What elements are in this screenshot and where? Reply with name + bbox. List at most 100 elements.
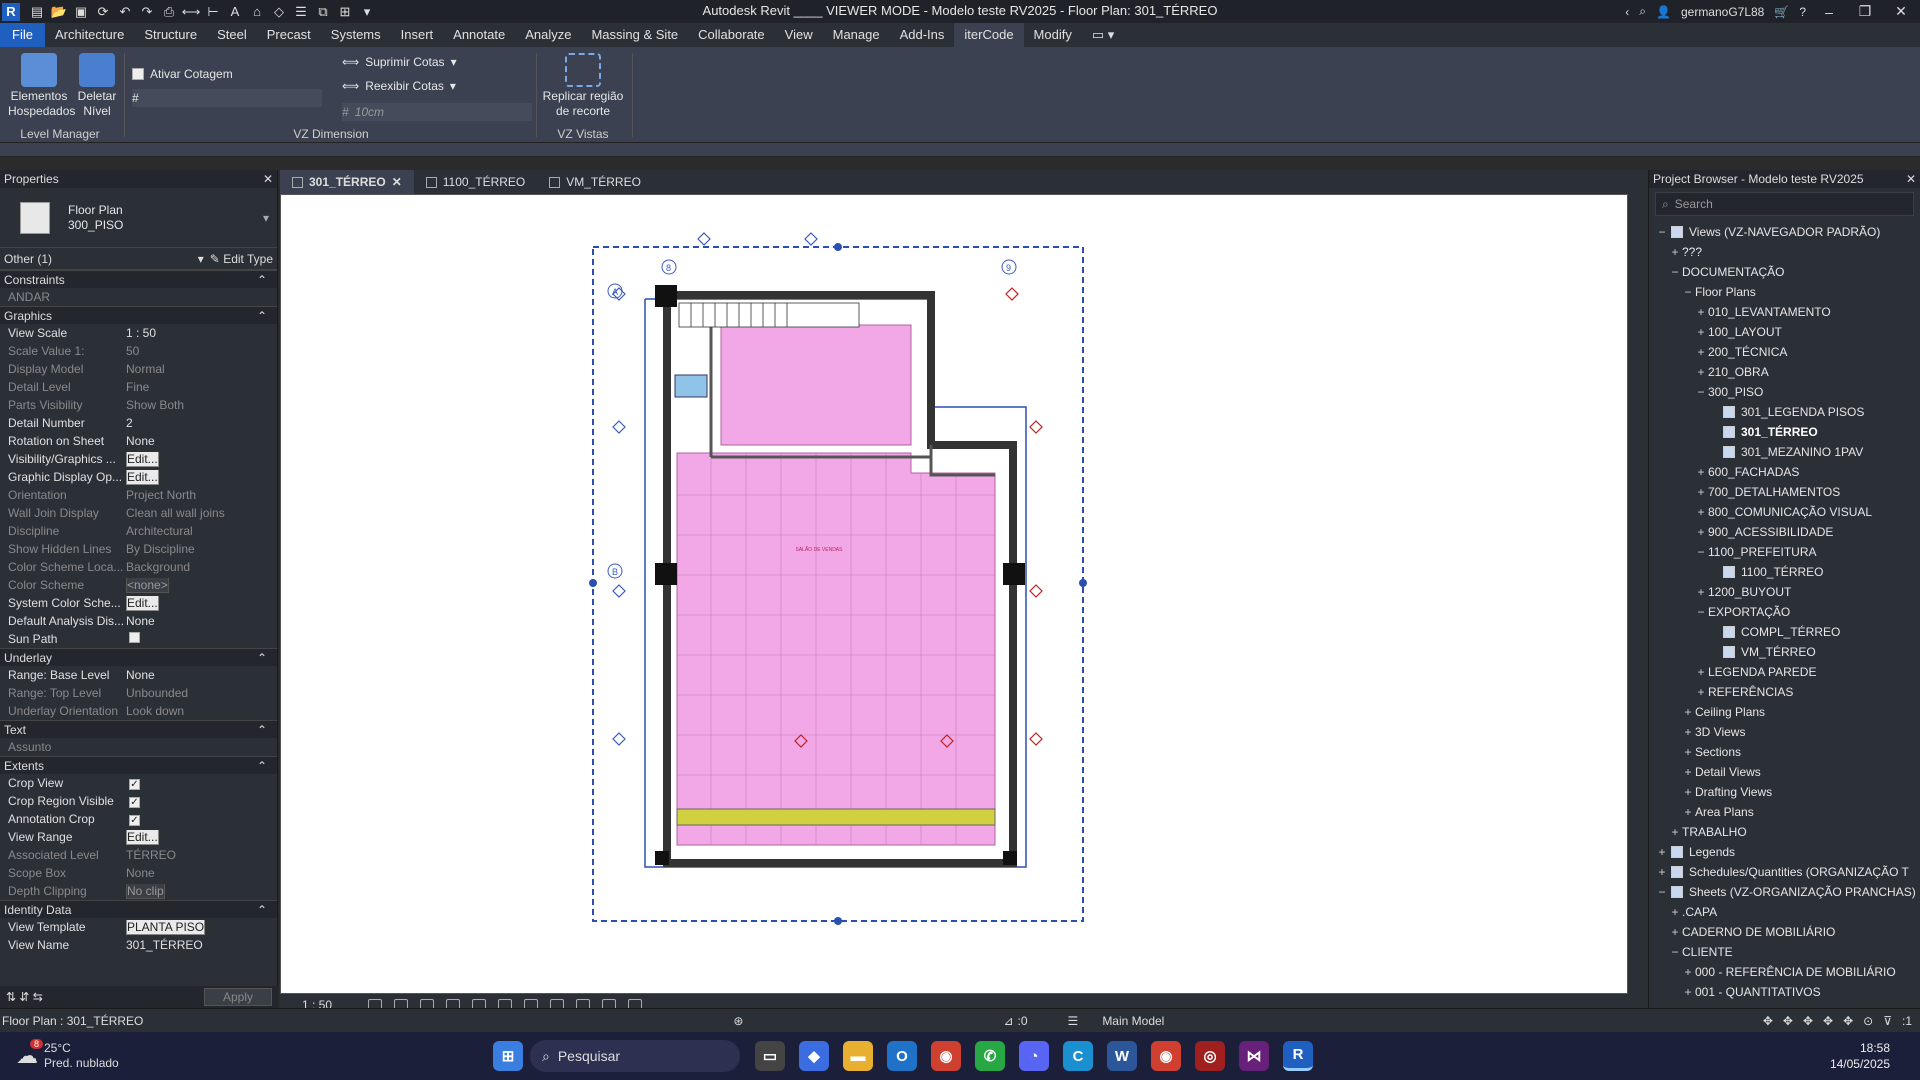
- property-row[interactable]: ANDAR: [0, 288, 277, 306]
- minimize-icon[interactable]: –: [1816, 4, 1842, 20]
- expand-icon[interactable]: +: [1694, 665, 1708, 679]
- tab-steel[interactable]: Steel: [207, 23, 257, 47]
- checkbox[interactable]: ✓: [129, 797, 140, 808]
- expand-icon[interactable]: +: [1655, 845, 1669, 859]
- file-explorer-icon[interactable]: ▬: [843, 1041, 873, 1071]
- sort-icons[interactable]: ⇅ ⇵ ⇆: [6, 990, 43, 1004]
- cart-icon[interactable]: 🛒: [1774, 5, 1789, 19]
- browser-item[interactable]: +010_LEVANTAMENTO: [1649, 302, 1920, 322]
- collapse-icon[interactable]: ⌃: [257, 309, 267, 323]
- property-row[interactable]: Range: Base Level None: [0, 666, 277, 684]
- property-row[interactable]: Crop View ✓: [0, 774, 277, 792]
- browser-item[interactable]: + Ceiling Plans: [1649, 702, 1920, 722]
- tab-insert[interactable]: Insert: [391, 23, 444, 47]
- browser-item[interactable]: +000 - REFERÊNCIA DE MOBILIÁRIO: [1649, 962, 1920, 982]
- property-row[interactable]: Orientation Project North: [0, 486, 277, 504]
- collapse-icon[interactable]: ⌃: [257, 903, 267, 917]
- expand-icon[interactable]: +: [1694, 305, 1708, 319]
- hosted-elements-button[interactable]: Elementos Hospedados: [8, 53, 75, 119]
- floor-plan-drawing[interactable]: A B 8 9 SALÃO DE VENDAS: [281, 195, 1629, 995]
- browser-item[interactable]: + Legends: [1649, 842, 1920, 862]
- expand-icon[interactable]: +: [1694, 465, 1708, 479]
- visual-studio-icon[interactable]: ⋈: [1239, 1041, 1269, 1071]
- chrome-profile-icon[interactable]: ◉: [1151, 1041, 1181, 1071]
- edit-button[interactable]: PLANTA PISO: [126, 919, 206, 935]
- open-icon[interactable]: 📂: [50, 4, 68, 20]
- browser-item[interactable]: + CADERNO DE MOBILIÁRIO: [1649, 922, 1920, 942]
- edit-button[interactable]: Edit...: [126, 469, 159, 485]
- tab-annotate[interactable]: Annotate: [443, 23, 515, 47]
- switch-windows-icon[interactable]: ⊞: [336, 4, 354, 20]
- checkbox[interactable]: ✓: [129, 815, 140, 826]
- task-view-icon[interactable]: ▭: [755, 1041, 785, 1071]
- clock[interactable]: 18:58 14/05/2025: [1830, 1040, 1890, 1072]
- drawing-area[interactable]: A B 8 9 SALÃO DE VENDAS: [280, 194, 1628, 994]
- collapse-icon[interactable]: ⌃: [257, 651, 267, 665]
- collapse-icon[interactable]: ⌃: [257, 273, 267, 287]
- browser-item[interactable]: + LEGENDA PAREDE: [1649, 662, 1920, 682]
- property-row[interactable]: View Template PLANTA PISO: [0, 918, 277, 936]
- property-row[interactable]: View Name 301_TÉRREO: [0, 936, 277, 954]
- offset-input[interactable]: # 10cm: [342, 103, 532, 121]
- browser-item[interactable]: + REFERÊNCIAS: [1649, 682, 1920, 702]
- property-row[interactable]: Default Analysis Dis... None: [0, 612, 277, 630]
- browser-item[interactable]: − Sheets (VZ-ORGANIZAÇÃO PRANCHAS): [1649, 882, 1920, 902]
- suprimir-cotas-button[interactable]: ⟺ Suprimir Cotas ▾: [342, 55, 457, 69]
- browser-item[interactable]: + TRABALHO: [1649, 822, 1920, 842]
- back-arrow-icon[interactable]: ‹: [1625, 5, 1629, 19]
- property-row[interactable]: Detail Number 2: [0, 414, 277, 432]
- tab-1100-terreo[interactable]: 1100_TÉRREO: [414, 170, 537, 194]
- app-icon[interactable]: C: [1063, 1041, 1093, 1071]
- browser-item[interactable]: −300_PISO: [1649, 382, 1920, 402]
- browser-item[interactable]: − Floor Plans: [1649, 282, 1920, 302]
- tab-view[interactable]: View: [775, 23, 823, 47]
- binoculars-icon[interactable]: ⌕: [1639, 4, 1646, 19]
- browser-item[interactable]: −1100_PREFEITURA: [1649, 542, 1920, 562]
- browser-item[interactable]: + Schedules/Quantities (ORGANIZAÇÃO T: [1649, 862, 1920, 882]
- select-underlay-icon[interactable]: ✥: [1783, 1014, 1793, 1028]
- property-row[interactable]: System Color Sche... Edit...: [0, 594, 277, 612]
- property-row[interactable]: Scope Box None: [0, 864, 277, 882]
- expand-icon[interactable]: +: [1694, 685, 1708, 699]
- tab-precast[interactable]: Precast: [257, 23, 321, 47]
- tab-modify[interactable]: Modify: [1024, 23, 1082, 47]
- word-icon[interactable]: W: [1107, 1041, 1137, 1071]
- expand-icon[interactable]: +: [1681, 725, 1695, 739]
- print-icon[interactable]: ⎙: [160, 4, 178, 20]
- tab-collaborate[interactable]: Collaborate: [688, 23, 775, 47]
- close-hidden-icon[interactable]: ⧉: [314, 4, 332, 20]
- redo-icon[interactable]: ↷: [138, 4, 156, 20]
- thin-lines-icon[interactable]: ☰: [292, 4, 310, 20]
- user-icon[interactable]: 👤: [1656, 5, 1671, 19]
- expand-icon[interactable]: +: [1694, 505, 1708, 519]
- select-by-face-icon[interactable]: ✥: [1823, 1014, 1833, 1028]
- ribbon-minimize-icon[interactable]: ▭ ▾: [1082, 23, 1124, 47]
- browser-item[interactable]: VM_TÉRREO: [1649, 642, 1920, 662]
- collapse-icon[interactable]: −: [1681, 285, 1695, 299]
- drag-elements-icon[interactable]: ✥: [1843, 1014, 1853, 1028]
- expand-icon[interactable]: +: [1681, 705, 1695, 719]
- revit-logo-icon[interactable]: R: [2, 2, 20, 21]
- property-row[interactable]: Color Scheme Loca... Background: [0, 558, 277, 576]
- property-row[interactable]: Rotation on Sheet None: [0, 432, 277, 450]
- property-row[interactable]: Visibility/Graphics ... Edit...: [0, 450, 277, 468]
- section-graphics[interactable]: Graphics ⌃: [0, 306, 277, 324]
- browser-item[interactable]: − EXPORTAÇÃO: [1649, 602, 1920, 622]
- m365-icon[interactable]: ◆: [799, 1041, 829, 1071]
- editable-only-icon[interactable]: ⊿: [1003, 1014, 1013, 1028]
- section-identity[interactable]: Identity Data ⌃: [0, 900, 277, 918]
- undo-icon[interactable]: ↶: [116, 4, 134, 20]
- browser-item[interactable]: +001 - QUANTITATIVOS: [1649, 982, 1920, 1002]
- tab-manage[interactable]: Manage: [823, 23, 890, 47]
- background-process-icon[interactable]: ⊙: [1863, 1014, 1873, 1028]
- browser-item[interactable]: +210_OBRA: [1649, 362, 1920, 382]
- browser-item[interactable]: − DOCUMENTAÇÃO: [1649, 262, 1920, 282]
- restore-icon[interactable]: ❐: [1852, 3, 1878, 20]
- expand-icon[interactable]: +: [1668, 925, 1682, 939]
- expand-icon[interactable]: +: [1681, 965, 1695, 979]
- property-row[interactable]: Assunto: [0, 738, 277, 756]
- tab-add-ins[interactable]: Add-Ins: [890, 23, 955, 47]
- close-icon[interactable]: ✕: [392, 175, 402, 189]
- browser-item[interactable]: − CLIENTE: [1649, 942, 1920, 962]
- property-row[interactable]: Sun Path: [0, 630, 277, 648]
